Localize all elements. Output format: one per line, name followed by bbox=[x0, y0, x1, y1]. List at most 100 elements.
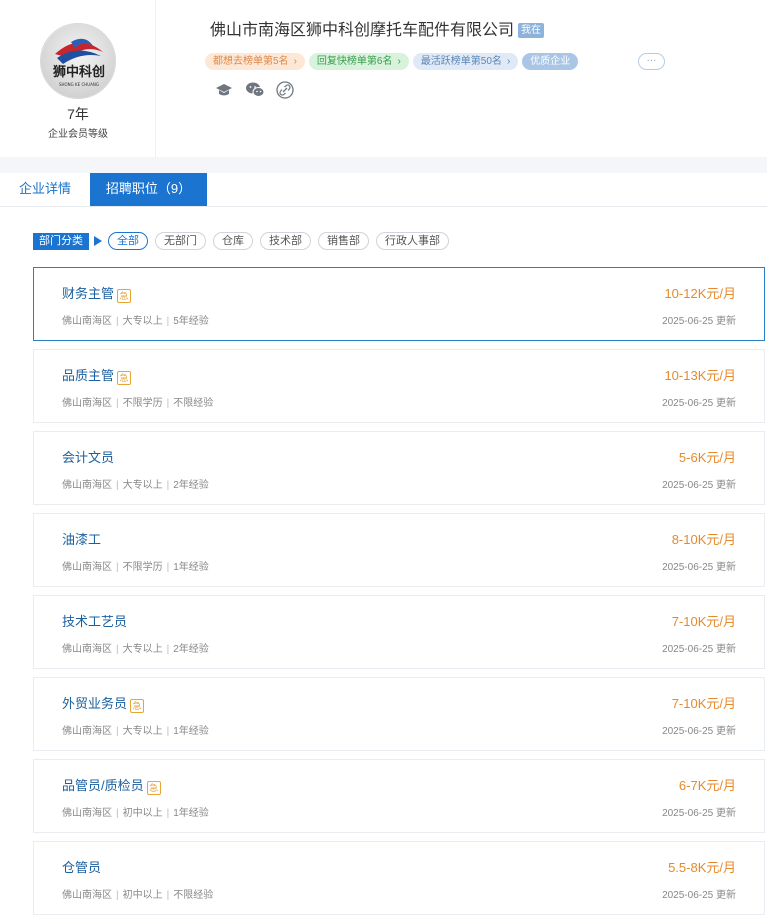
job-salary: 7-10K元/月 bbox=[671, 696, 736, 711]
job-title-text: 油漆工 bbox=[62, 532, 102, 547]
member-level-label: 企业会员等级 bbox=[48, 129, 108, 140]
job-title[interactable]: 品管员/质检员急 bbox=[62, 775, 161, 795]
job-meta: 佛山南海区 | 大专以上 | 2年经验 bbox=[62, 476, 209, 491]
urgent-badge: 急 bbox=[117, 289, 132, 303]
job-title-text: 品管员/质检员 bbox=[62, 778, 144, 793]
job-card[interactable]: 会计文员 佛山南海区 | 大专以上 | 2年经验 5-6K元/月 2025-06-25 更新 bbox=[33, 431, 765, 505]
ranking-tag[interactable]: 回复快榜单第6名 › bbox=[308, 53, 409, 70]
more-button[interactable]: ··· bbox=[638, 53, 665, 70]
department-filter: 部门分类 全部 无部门 仓库 技术部 销售部 行政人事部 bbox=[33, 232, 456, 252]
job-title-text: 品质主管 bbox=[62, 368, 115, 383]
verified-badge: 我在 bbox=[518, 23, 545, 38]
job-title[interactable]: 仓管员 bbox=[62, 857, 101, 876]
meta-separator: | bbox=[116, 480, 119, 491]
ranking-tag[interactable]: 都想去榜单第5名 › bbox=[205, 53, 305, 70]
job-updated-date: 2025-06-25 更新 bbox=[662, 808, 736, 819]
filter-arrow-icon bbox=[94, 236, 102, 246]
job-title[interactable]: 油漆工 bbox=[62, 529, 101, 548]
job-updated-date: 2025-06-25 更新 bbox=[662, 644, 736, 655]
job-card[interactable]: 财务主管急佛山南海区 | 大专以上 | 5年经验 10-12K元/月 2025-06-25 … bbox=[33, 267, 765, 341]
ranking-tag[interactable]: 优质企业 bbox=[522, 53, 579, 70]
job-updated-date: 2025-06-25 更新 bbox=[662, 398, 736, 409]
job-education: 大专以上 bbox=[122, 316, 163, 327]
job-salary: 5.5-8K元/月 bbox=[668, 860, 736, 875]
job-meta: 佛山南海区 | 大专以上 | 5年经验 bbox=[62, 312, 209, 327]
chevron-right-icon: › bbox=[397, 56, 401, 67]
job-title-text: 外贸业务员 bbox=[62, 696, 128, 711]
job-card[interactable]: 仓管员 佛山南海区 | 初中以上 | 不限经验 5.5-8K元/月 2025-06-25 更新 bbox=[33, 841, 765, 915]
job-title[interactable]: 技术工艺员 bbox=[62, 611, 127, 630]
meta-separator: | bbox=[116, 726, 119, 737]
meta-separator: | bbox=[116, 398, 119, 409]
job-location: 佛山南海区 bbox=[62, 480, 112, 491]
filter-chip[interactable]: 全部 bbox=[108, 232, 148, 250]
job-updated-date: 2025-06-25 更新 bbox=[662, 316, 736, 327]
graduation-cap-icon[interactable] bbox=[215, 81, 233, 99]
job-education: 不限学历 bbox=[122, 398, 163, 409]
job-card[interactable]: 外贸业务员急佛山南海区 | 大专以上 | 1年经验 7-10K元/月 2025-06-25 … bbox=[33, 677, 765, 751]
job-salary: 8-10K元/月 bbox=[671, 532, 736, 547]
job-updated-date: 2025-06-25 更新 bbox=[662, 726, 736, 737]
job-education: 大专以上 bbox=[122, 480, 163, 491]
tab-bar: 企业详情 招聘职位（9） bbox=[0, 173, 767, 207]
svg-text:SHONG KE CHUANG: SHONG KE CHUANG bbox=[59, 82, 99, 87]
meta-separator: | bbox=[116, 644, 119, 655]
job-title[interactable]: 会计文员 bbox=[62, 447, 114, 466]
wechat-icon[interactable] bbox=[245, 81, 265, 99]
job-card[interactable]: 品管员/质检员急佛山南海区 | 初中以上 | 1年经验 6-7K元/月 2025-06-25… bbox=[33, 759, 765, 833]
filter-chip[interactable]: 无部门 bbox=[155, 232, 206, 250]
job-location: 佛山南海区 bbox=[62, 644, 112, 655]
meta-separator: | bbox=[116, 890, 119, 901]
member-years: 7年 bbox=[67, 106, 89, 122]
job-salary: 5-6K元/月 bbox=[678, 450, 736, 465]
meta-separator: | bbox=[166, 562, 170, 573]
chevron-right-icon: › bbox=[293, 56, 297, 67]
filter-chip[interactable]: 仓库 bbox=[213, 232, 253, 250]
meta-separator: | bbox=[116, 808, 119, 819]
job-meta: 佛山南海区 | 大专以上 | 2年经验 bbox=[62, 640, 209, 655]
company-logo[interactable]: 狮中科创 SHONG KE CHUANG bbox=[40, 23, 116, 99]
job-updated-date: 2025-06-25 更新 bbox=[662, 562, 736, 573]
job-salary: 10-12K元/月 bbox=[664, 286, 736, 301]
filter-chip[interactable]: 技术部 bbox=[260, 232, 311, 250]
job-list: 财务主管急佛山南海区 | 大专以上 | 5年经验 10-12K元/月 2025-06-25 … bbox=[33, 267, 765, 923]
section-divider bbox=[0, 157, 767, 173]
job-location: 佛山南海区 bbox=[62, 316, 112, 327]
job-salary: 10-13K元/月 bbox=[664, 368, 736, 383]
filter-chip[interactable]: 销售部 bbox=[318, 232, 369, 250]
meta-separator: | bbox=[166, 644, 170, 655]
urgent-badge: 急 bbox=[130, 699, 145, 713]
job-meta: 佛山南海区 | 不限学历 | 1年经验 bbox=[62, 558, 209, 573]
job-card[interactable]: 品质主管急佛山南海区 | 不限学历 | 不限经验 10-13K元/月 2025-06-25 … bbox=[33, 349, 765, 423]
job-experience: 2年经验 bbox=[173, 480, 209, 491]
meta-separator: | bbox=[166, 398, 170, 409]
meta-separator: | bbox=[166, 808, 170, 819]
filter-chip[interactable]: 行政人事部 bbox=[376, 232, 449, 250]
tab-company-detail[interactable]: 企业详情 bbox=[0, 173, 90, 206]
job-card[interactable]: 油漆工佛山南海区 | 不限学历 | 1年经验 8-10K元/月 2025-06-25 更新 bbox=[33, 513, 765, 587]
job-title[interactable]: 品质主管急 bbox=[62, 365, 132, 385]
job-title[interactable]: 财务主管急 bbox=[62, 283, 132, 303]
job-location: 佛山南海区 bbox=[62, 890, 112, 901]
job-meta: 佛山南海区 | 初中以上 | 不限经验 bbox=[62, 886, 213, 901]
urgent-badge: 急 bbox=[146, 781, 161, 795]
job-education: 大专以上 bbox=[122, 726, 163, 737]
ranking-tag[interactable]: 最活跃榜单第50名 › bbox=[412, 53, 519, 70]
job-card[interactable]: 技术工艺员 佛山南海区 | 大专以上 | 2年经验 7-10K元/月 2025-06-25 更… bbox=[33, 595, 765, 669]
job-education: 不限学历 bbox=[122, 562, 163, 573]
job-experience: 1年经验 bbox=[173, 808, 209, 819]
meta-separator: | bbox=[166, 726, 170, 737]
meta-separator: | bbox=[166, 890, 170, 901]
job-title[interactable]: 外贸业务员急 bbox=[62, 693, 145, 713]
link-icon[interactable] bbox=[276, 81, 294, 99]
job-experience: 不限经验 bbox=[173, 398, 214, 409]
job-salary: 6-7K元/月 bbox=[678, 778, 736, 793]
meta-separator: | bbox=[166, 316, 170, 327]
urgent-badge: 急 bbox=[117, 371, 132, 385]
job-location: 佛山南海区 bbox=[62, 726, 112, 737]
ranking-tag-label: 优质企业 bbox=[530, 56, 571, 67]
job-updated-date: 2025-06-25 更新 bbox=[662, 890, 736, 901]
ranking-tag-label: 最活跃榜单第50名 bbox=[420, 56, 502, 67]
ranking-tag-label: 回复快榜单第6名 bbox=[316, 56, 393, 67]
tab-jobs[interactable]: 招聘职位（9） bbox=[90, 173, 207, 206]
